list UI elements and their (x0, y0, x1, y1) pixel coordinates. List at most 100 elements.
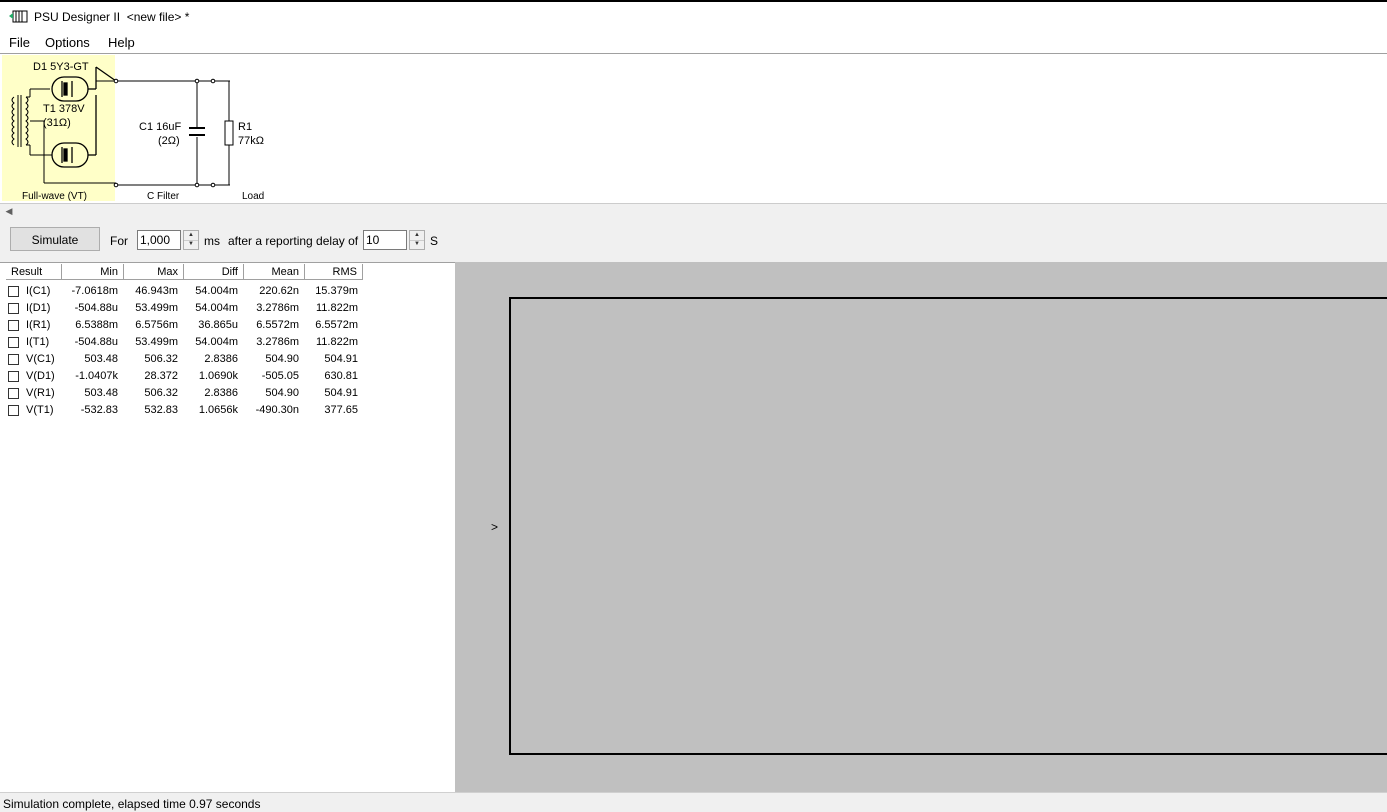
result-value: 1.0690k (198, 370, 238, 382)
spin-down-icon[interactable]: ▼ (410, 240, 424, 249)
result-row[interactable]: V(D1) -1.0407k 28.372 1.0690k -505.05 630.81 (8, 368, 448, 385)
result-row[interactable]: I(C1) -7.0618m 46.943m 54.004m 220.62n 15.379… (8, 283, 448, 300)
capacitor-symbol (189, 127, 205, 136)
result-value: -504.88u (74, 302, 118, 314)
result-checkbox[interactable] (8, 388, 19, 399)
col-result[interactable]: Result (6, 264, 62, 280)
result-value: 11.822m (316, 336, 358, 348)
result-checkbox[interactable] (8, 303, 19, 314)
status-text: Simulation complete, elapsed time 0.97 s… (3, 797, 261, 811)
result-value: 6.5572m (256, 319, 299, 331)
resistor-symbol (224, 120, 234, 146)
resistor-name: R1 (238, 121, 253, 133)
seconds-label: S (430, 234, 439, 248)
spin-down-icon[interactable]: ▼ (184, 240, 198, 249)
result-checkbox[interactable] (8, 371, 19, 382)
result-value: 220.62n (259, 285, 299, 297)
result-value: 6.5756m (135, 319, 178, 331)
result-value: 53.499m (135, 336, 178, 348)
result-checkbox[interactable] (8, 320, 19, 331)
result-value: -7.0618m (71, 285, 118, 297)
delay-spinner[interactable]: ▲ ▼ (409, 230, 425, 250)
result-row[interactable]: I(T1) -504.88u 53.499m 54.004m 3.2786m 11.822… (8, 334, 448, 351)
menu-bar: File Options Help (0, 32, 1387, 53)
result-value: 504.91 (324, 353, 358, 365)
duration-spinner[interactable]: ▲ ▼ (183, 230, 199, 250)
result-name: V(T1) (26, 404, 54, 416)
result-name: I(T1) (26, 336, 50, 348)
result-value: -505.05 (261, 370, 299, 382)
result-value: 54.004m (195, 285, 238, 297)
result-name: I(C1) (26, 285, 51, 297)
result-name: I(D1) (26, 302, 51, 314)
for-label: For (110, 234, 128, 248)
app-icon (9, 10, 28, 23)
result-checkbox[interactable] (8, 337, 19, 348)
result-value: 506.32 (144, 387, 178, 399)
result-name: V(R1) (26, 387, 55, 399)
result-value: 377.65 (324, 404, 358, 416)
col-mean[interactable]: Mean (244, 264, 305, 280)
transformer-resistance: (31Ω) (43, 117, 71, 129)
load-section-label: Load (242, 191, 265, 202)
result-name: I(R1) (26, 319, 51, 331)
result-value: 3.2786m (256, 336, 299, 348)
result-value: 506.32 (144, 353, 178, 365)
result-value: 504.90 (265, 387, 299, 399)
graph-expand-marker[interactable]: > (491, 520, 498, 534)
result-value: 532.83 (144, 404, 178, 416)
result-value: 11.822m (316, 302, 358, 314)
scroll-left-icon[interactable]: ◀ (2, 205, 16, 217)
rectifier-section-label: Full-wave (VT) (22, 191, 88, 202)
delay-label: after a reporting delay of (228, 234, 359, 248)
simulate-button[interactable]: Simulate (10, 227, 100, 251)
result-value: 36.865u (198, 319, 238, 331)
col-diff[interactable]: Diff (184, 264, 244, 280)
result-row[interactable]: V(R1) 503.48 506.32 2.8386 504.90 504.91 (8, 385, 448, 402)
col-rms[interactable]: RMS (305, 264, 363, 280)
result-value: -504.88u (74, 336, 118, 348)
result-value: 15.379m (315, 285, 358, 297)
result-row[interactable]: I(R1) 6.5388m 6.5756m 36.865u 6.5572m 6.5572m (8, 317, 448, 334)
result-value: 503.48 (84, 387, 118, 399)
delay-input[interactable]: 10 (363, 230, 407, 250)
filter-section-label: C Filter (147, 191, 180, 202)
col-min[interactable]: Min (62, 264, 124, 280)
menu-help[interactable]: Help (108, 35, 135, 50)
result-value: 6.5572m (315, 319, 358, 331)
result-value: -490.30n (255, 404, 299, 416)
menu-options[interactable]: Options (45, 35, 90, 50)
result-value: 1.0656k (198, 404, 238, 416)
result-value: 46.943m (135, 285, 178, 297)
result-name: V(C1) (26, 353, 55, 365)
result-value: -532.83 (80, 404, 118, 416)
result-checkbox[interactable] (8, 286, 19, 297)
transformer-label: T1 378V (43, 103, 85, 115)
capacitor-resistance: (2Ω) (158, 135, 180, 147)
result-value: 2.8386 (204, 387, 238, 399)
resistor-value: 77kΩ (238, 135, 264, 147)
result-value: 503.48 (84, 353, 118, 365)
result-checkbox[interactable] (8, 354, 19, 365)
window-title: PSU Designer II <new file> * (34, 10, 190, 24)
menu-file[interactable]: File (9, 35, 30, 50)
result-name: V(D1) (26, 370, 55, 382)
capacitor-label: C1 16uF (139, 121, 182, 133)
result-value: 53.499m (135, 302, 178, 314)
duration-input[interactable]: 1,000 (137, 230, 181, 250)
result-value: 28.372 (144, 370, 178, 382)
result-row[interactable]: V(C1) 503.48 506.32 2.8386 504.90 504.91 (8, 351, 448, 368)
col-max[interactable]: Max (124, 264, 184, 280)
result-row[interactable]: V(T1) -532.83 532.83 1.0656k -490.30n 377.65 (8, 402, 448, 419)
result-value: 630.81 (324, 370, 358, 382)
result-value: 54.004m (195, 302, 238, 314)
result-value: 6.5388m (75, 319, 118, 331)
ms-label: ms (204, 234, 220, 248)
result-value: 2.8386 (204, 353, 238, 365)
result-value: -1.0407k (75, 370, 118, 382)
result-value: 3.2786m (256, 302, 299, 314)
result-value: 504.91 (324, 387, 358, 399)
result-checkbox[interactable] (8, 405, 19, 416)
graph-plot-area[interactable] (509, 297, 1387, 755)
result-row[interactable]: I(D1) -504.88u 53.499m 54.004m 3.2786m 11.822… (8, 300, 448, 317)
